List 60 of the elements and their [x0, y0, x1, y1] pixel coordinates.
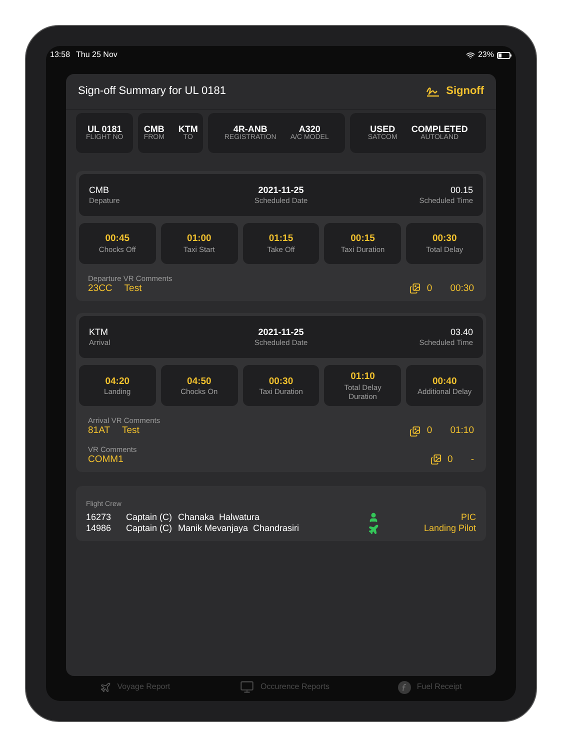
images-icon[interactable]	[408, 426, 421, 437]
battery-percent: 23%	[478, 49, 494, 61]
summary-value: KTM	[178, 124, 198, 134]
time-value: 01:00	[187, 233, 212, 245]
summary-value: 4R-ANB	[233, 124, 268, 134]
comment-code: COMM1	[88, 454, 124, 466]
summary-value: USED	[370, 124, 396, 134]
station-code: CMB	[89, 185, 109, 196]
status-date: Thu 25 Nov	[76, 49, 118, 61]
time-value: 00:30	[268, 376, 294, 388]
comment-text: Test	[122, 425, 140, 437]
time-value: 04:20	[105, 376, 130, 388]
modal-title: Sign-off Summary for UL 0181	[78, 84, 226, 100]
monitor-icon	[238, 680, 255, 694]
person-icon	[368, 512, 379, 524]
image-count: 0	[426, 425, 432, 437]
crew-id: 14986	[86, 523, 112, 535]
tab-bar-item[interactable]: Occurence Reports	[238, 680, 330, 694]
time-value: 00:45	[105, 233, 130, 245]
crew-rank: Captain (C)	[126, 512, 174, 524]
signoff-button[interactable]: Signoff	[426, 83, 484, 100]
time-value: 01:15	[268, 233, 294, 245]
plane-icon	[100, 682, 112, 692]
images-icon[interactable]	[430, 454, 442, 465]
time-value: 00:15	[350, 233, 375, 245]
summary-value: UL 0181	[87, 124, 122, 134]
comment-code: 81AT	[88, 425, 110, 437]
tab-bar-item[interactable]: Voyage Report	[100, 681, 170, 693]
scheduled-time: 00.15	[450, 185, 473, 196]
crew-role: Landing Pilot	[422, 523, 476, 535]
image-count: 0	[448, 454, 453, 466]
comment-value: 01:10	[450, 425, 474, 437]
time-value: 00:30	[432, 233, 457, 245]
signature-icon	[426, 86, 440, 97]
comment-value: -	[470, 454, 474, 466]
scheduled-date: 2021-11-25	[258, 327, 304, 338]
crew-rank: Captain (C)	[126, 523, 174, 535]
wifi-icon	[466, 50, 475, 60]
battery-icon	[497, 52, 512, 58]
scheduled-date: 2021-11-25	[258, 185, 304, 196]
images-icon[interactable]	[408, 283, 421, 294]
station-code: KTM	[89, 327, 108, 338]
summary-value: CMB	[144, 124, 164, 134]
time-value: 00:40	[432, 376, 457, 388]
comment-text: Test	[124, 283, 142, 294]
status-time: 13:58	[50, 49, 70, 61]
scheduled-time: 03.40	[450, 327, 473, 338]
crew-name: Manik Mevanjaya Chandrasiri	[178, 523, 300, 535]
time-value: 01:10	[350, 371, 375, 383]
tab-bar-item[interactable]: Fuel Receipt	[398, 680, 462, 694]
comment-value: 00:30	[450, 283, 474, 294]
comment-code: 23CC	[88, 283, 112, 294]
crew-id: 16273	[86, 512, 112, 524]
crew-role: PIC	[460, 512, 476, 524]
summary-value: COMPLETED	[411, 124, 468, 134]
crew-name: Chanaka Halwatura	[178, 512, 261, 524]
fuel-icon	[398, 680, 411, 694]
image-count: 0	[426, 283, 432, 294]
summary-value: A320	[298, 124, 320, 134]
time-value: 04:50	[187, 376, 212, 388]
